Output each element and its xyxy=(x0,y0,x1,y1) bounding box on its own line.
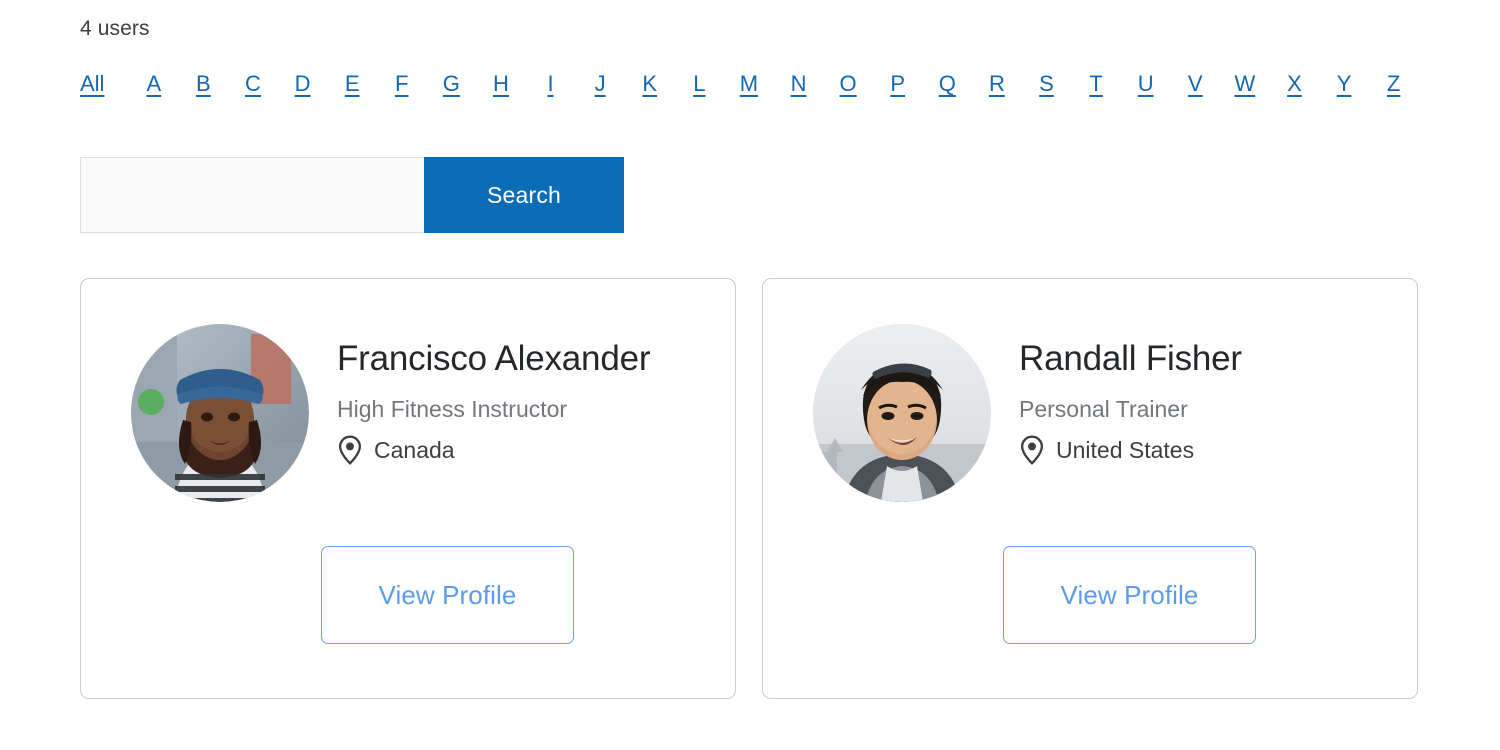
view-profile-container: View Profile xyxy=(81,546,735,644)
alpha-link-e[interactable]: E xyxy=(327,69,377,99)
alpha-link-v[interactable]: V xyxy=(1170,69,1220,99)
alpha-link-b[interactable]: B xyxy=(179,69,229,99)
user-role: High Fitness Instructor xyxy=(337,396,568,422)
alpha-link-l[interactable]: L xyxy=(675,69,725,99)
user-location-label: Canada xyxy=(374,437,455,463)
alpha-link-m[interactable]: M xyxy=(724,69,774,99)
user-avatar-photo xyxy=(813,324,991,502)
user-location: Canada xyxy=(337,435,650,465)
alpha-link-u[interactable]: U xyxy=(1121,69,1171,99)
user-count-label: 4 users xyxy=(80,17,150,40)
alpha-link-j[interactable]: J xyxy=(575,69,625,99)
search-input[interactable] xyxy=(80,157,424,233)
alpha-link-s[interactable]: S xyxy=(1022,69,1072,99)
view-profile-button[interactable]: View Profile xyxy=(321,546,574,644)
alpha-link-k[interactable]: K xyxy=(625,69,675,99)
user-info: Francisco Alexander High Fitness Instruc… xyxy=(309,324,650,465)
user-name: Randall Fisher xyxy=(1019,339,1242,378)
alpha-link-y[interactable]: Y xyxy=(1319,69,1369,99)
user-card-list: Francisco Alexander High Fitness Instruc… xyxy=(80,278,1418,699)
alpha-link-i[interactable]: I xyxy=(526,69,576,99)
alpha-link-all[interactable]: All xyxy=(80,69,129,99)
alpha-link-n[interactable]: N xyxy=(774,69,824,99)
user-location: United States xyxy=(1019,435,1242,465)
alpha-link-z[interactable]: Z xyxy=(1369,69,1419,99)
view-profile-container: View Profile xyxy=(763,546,1417,644)
alpha-link-f[interactable]: F xyxy=(377,69,427,99)
alpha-link-p[interactable]: P xyxy=(873,69,923,99)
alpha-link-o[interactable]: O xyxy=(823,69,873,99)
alpha-link-w[interactable]: W xyxy=(1220,69,1270,99)
search-button[interactable]: Search xyxy=(424,157,624,233)
alpha-link-h[interactable]: H xyxy=(476,69,526,99)
alpha-link-x[interactable]: X xyxy=(1270,69,1320,99)
user-name: Francisco Alexander xyxy=(337,339,651,378)
user-avatar-photo xyxy=(131,324,309,502)
alpha-link-q[interactable]: Q xyxy=(923,69,973,99)
user-card-header: Randall Fisher Personal Trainer United S… xyxy=(763,279,1417,502)
alpha-link-r[interactable]: R xyxy=(972,69,1022,99)
user-card: Francisco Alexander High Fitness Instruc… xyxy=(80,278,736,699)
user-info: Randall Fisher Personal Trainer United S… xyxy=(991,324,1242,465)
map-pin-icon xyxy=(338,435,362,465)
user-card-header: Francisco Alexander High Fitness Instruc… xyxy=(81,279,735,502)
avatar xyxy=(131,324,309,502)
avatar xyxy=(813,324,991,502)
view-profile-button[interactable]: View Profile xyxy=(1003,546,1256,644)
alphabet-filter-nav: All A B C D E F G H I J K L M N O P Q R … xyxy=(80,69,1420,99)
search-form: Search xyxy=(80,157,624,233)
user-role: Personal Trainer xyxy=(1019,396,1188,422)
user-location-label: United States xyxy=(1056,437,1195,463)
alpha-link-a[interactable]: A xyxy=(129,69,179,99)
user-directory-page: 4 users All A B C D E F G H I J K L M N … xyxy=(0,0,1500,750)
alpha-link-d[interactable]: D xyxy=(278,69,328,99)
alpha-link-g[interactable]: G xyxy=(427,69,477,99)
map-pin-icon xyxy=(1020,435,1044,465)
user-card: Randall Fisher Personal Trainer United S… xyxy=(762,278,1418,699)
alpha-link-c[interactable]: C xyxy=(228,69,278,99)
alpha-link-t[interactable]: T xyxy=(1071,69,1121,99)
